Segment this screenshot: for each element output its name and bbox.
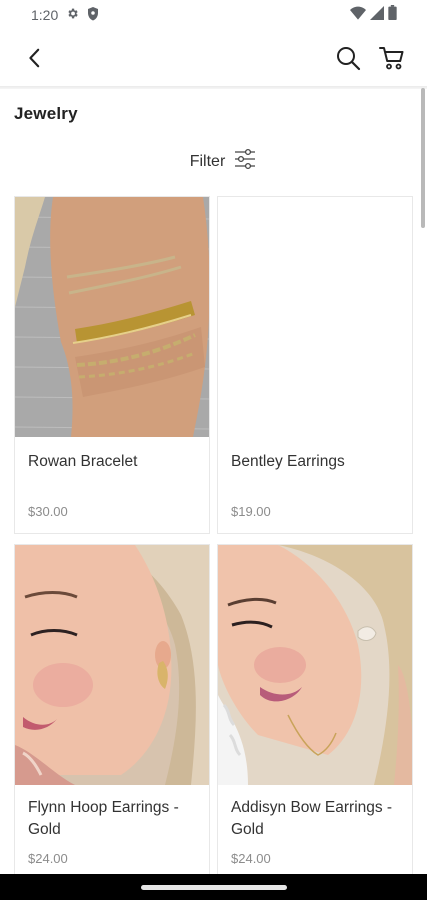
product-image: [218, 545, 412, 785]
search-icon: [337, 47, 361, 71]
product-card[interactable]: Rowan Bracelet $30.00: [14, 196, 210, 534]
product-card[interactable]: Addisyn Bow Earrings - Gold $24.00: [217, 544, 413, 884]
product-card[interactable]: Bentley Earrings $19.00: [217, 196, 413, 534]
back-button[interactable]: [20, 43, 50, 73]
app-bar: [0, 30, 427, 86]
product-price: $24.00: [231, 851, 271, 866]
search-button[interactable]: [333, 43, 363, 73]
status-left: 1:20: [31, 6, 99, 24]
sliders-icon: [235, 148, 256, 175]
product-name: Addisyn Bow Earrings - Gold: [231, 799, 393, 838]
status-bar: 1:20: [0, 0, 427, 30]
product-image: [15, 545, 209, 785]
signal-icon: [370, 5, 384, 25]
product-price: $30.00: [28, 504, 68, 519]
system-nav-bar: [0, 874, 427, 900]
product-name: Rowan Bracelet: [28, 453, 138, 470]
gear-icon: [66, 7, 79, 23]
chevron-left-icon: [29, 48, 40, 68]
product-card[interactable]: Flynn Hoop Earrings - Gold $24.00: [14, 544, 210, 884]
wifi-icon: [350, 6, 366, 25]
app-bar-divider: [0, 86, 427, 89]
product-image: [15, 197, 209, 437]
filter-button[interactable]: Filter: [0, 148, 427, 175]
filter-label: Filter: [189, 152, 226, 170]
status-time: 1:20: [31, 7, 59, 23]
product-price: $24.00: [28, 851, 68, 866]
shield-icon: [87, 6, 99, 24]
home-gesture-pill[interactable]: [140, 884, 287, 890]
product-name: Flynn Hoop Earrings - Gold: [28, 799, 179, 838]
cart-button[interactable]: [377, 43, 407, 73]
status-right: [350, 5, 397, 25]
battery-icon: [388, 5, 397, 25]
product-image: [218, 197, 412, 437]
cart-icon: [379, 47, 404, 70]
product-name: Bentley Earrings: [231, 453, 345, 470]
product-price: $19.00: [231, 504, 271, 519]
page-title: Jewelry: [14, 104, 78, 123]
